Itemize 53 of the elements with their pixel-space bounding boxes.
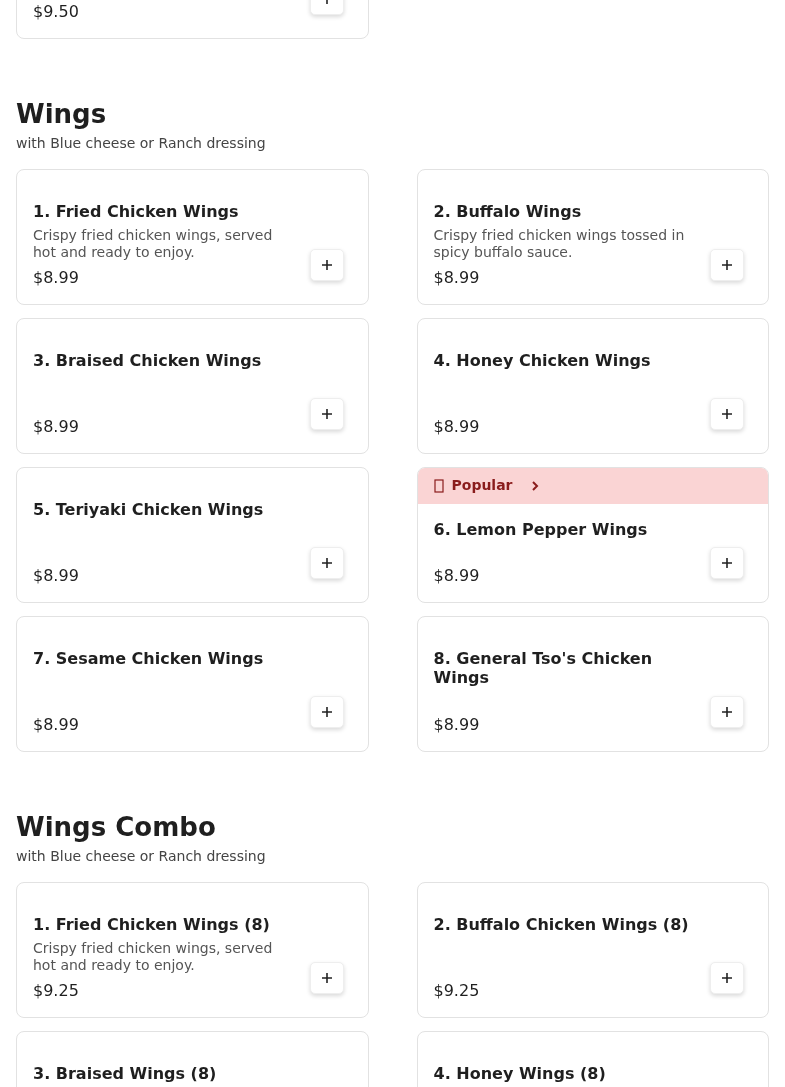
item-name: 3. Braised Wings (8) <box>33 1063 218 1083</box>
plus-icon <box>320 407 333 420</box>
section-title: Wings Combo <box>16 810 217 844</box>
item-name: 7. Sesame Chicken Wings <box>33 648 265 668</box>
add-button[interactable] <box>710 961 744 994</box>
item-price: $8.99 <box>33 266 80 289</box>
add-button[interactable] <box>309 695 344 728</box>
plus-icon <box>320 258 333 271</box>
add-button[interactable] <box>309 546 344 579</box>
plus-icon <box>721 556 733 569</box>
item-price: $9.25 <box>433 979 481 1002</box>
item-price: $8.99 <box>433 564 481 587</box>
add-button[interactable] <box>710 248 744 281</box>
add-button[interactable] <box>710 695 744 728</box>
item-name: 5. Teriyaki Chicken Wings <box>33 499 265 519</box>
item-price: $8.99 <box>433 415 481 438</box>
section-subtitle: with Blue cheese or Ranch dressing <box>16 133 267 153</box>
item-name: 6. Lemon Pepper Wings <box>433 519 649 539</box>
add-button[interactable] <box>309 248 344 281</box>
plus-icon <box>721 971 733 984</box>
item-description: Crispy fried chicken wings, served hot and ready to enjoy. <box>33 226 274 261</box>
item-price: $8.99 <box>33 713 80 736</box>
section-subtitle: with Blue cheese or Ranch dressing <box>16 846 267 866</box>
badge-label: Popular <box>451 476 513 496</box>
plus-icon <box>320 705 333 718</box>
plus-icon <box>721 705 733 718</box>
item-description: Crispy fried chicken wings, served hot and ready to enjoy. <box>33 939 274 974</box>
popular-banner[interactable]: Popular <box>417 467 768 504</box>
add-button[interactable] <box>309 397 344 430</box>
item-description: Crispy fried chicken wings tossed in spicy buffalo sauce. <box>433 226 686 261</box>
item-price: $9.50 <box>33 1 80 23</box>
item-price: $8.99 <box>33 415 80 438</box>
item-price: $8.99 <box>433 266 481 289</box>
plus-icon <box>721 407 733 420</box>
section-title: Wings <box>16 98 108 131</box>
item-name: 1. Fried Chicken Wings (8) <box>33 914 271 934</box>
item-name: 1. Fried Chicken Wings <box>33 201 240 221</box>
plus-icon <box>320 971 333 984</box>
add-button[interactable] <box>309 961 344 994</box>
plus-icon <box>320 556 333 569</box>
plus-icon <box>721 258 733 271</box>
add-button[interactable] <box>710 397 744 430</box>
item-price: $8.99 <box>433 713 481 736</box>
item-name: 4. Honey Chicken Wings <box>433 350 652 370</box>
item-price: $8.99 <box>33 564 80 587</box>
item-name: 2. Buffalo Wings <box>433 201 583 221</box>
item-name: 2. Buffalo Chicken Wings (8) <box>433 914 690 934</box>
missing-glyph-icon <box>433 478 444 493</box>
add-button[interactable] <box>710 546 744 579</box>
item-price: $9.25 <box>33 979 80 1002</box>
item-name: 8. General Tso's Chicken Wings <box>433 648 654 687</box>
item-name: 4. Honey Wings (8) <box>433 1063 607 1083</box>
item-name: 3. Braised Chicken Wings <box>33 350 263 370</box>
